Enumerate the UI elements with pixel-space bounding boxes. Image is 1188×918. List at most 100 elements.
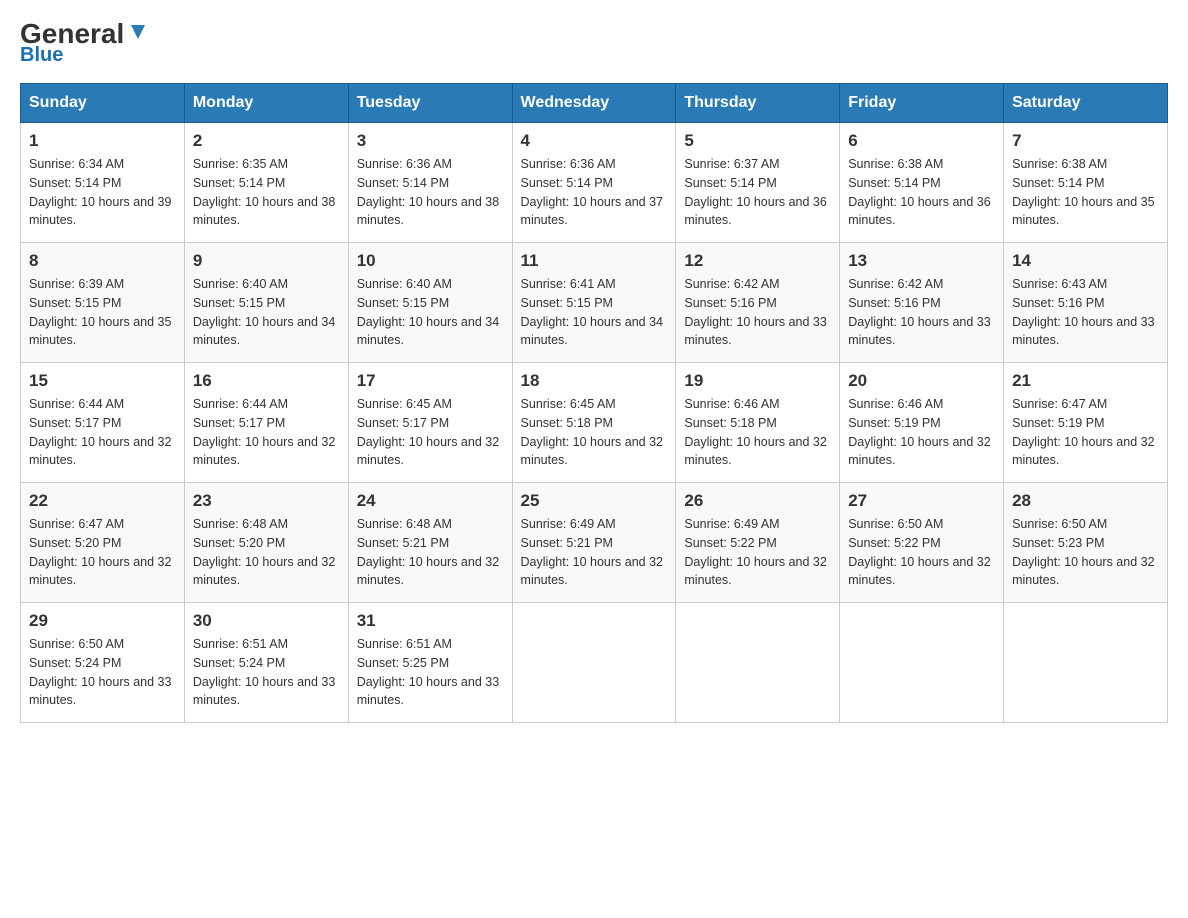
calendar-cell: 25 Sunrise: 6:49 AM Sunset: 5:21 PM Dayl…	[512, 483, 676, 603]
day-number: 29	[29, 611, 176, 631]
calendar-cell: 7 Sunrise: 6:38 AM Sunset: 5:14 PM Dayli…	[1004, 123, 1168, 243]
day-info: Sunrise: 6:47 AM Sunset: 5:19 PM Dayligh…	[1012, 395, 1159, 470]
day-number: 25	[521, 491, 668, 511]
day-info: Sunrise: 6:35 AM Sunset: 5:14 PM Dayligh…	[193, 155, 340, 230]
day-number: 12	[684, 251, 831, 271]
logo-blue-text: Blue	[20, 44, 63, 67]
calendar-cell: 2 Sunrise: 6:35 AM Sunset: 5:14 PM Dayli…	[184, 123, 348, 243]
calendar-cell: 26 Sunrise: 6:49 AM Sunset: 5:22 PM Dayl…	[676, 483, 840, 603]
day-number: 14	[1012, 251, 1159, 271]
weekday-header-monday: Monday	[184, 84, 348, 123]
day-info: Sunrise: 6:47 AM Sunset: 5:20 PM Dayligh…	[29, 515, 176, 590]
day-number: 6	[848, 131, 995, 151]
header: General Blue	[20, 20, 1168, 67]
day-number: 3	[357, 131, 504, 151]
calendar-cell	[512, 603, 676, 723]
day-info: Sunrise: 6:37 AM Sunset: 5:14 PM Dayligh…	[684, 155, 831, 230]
day-info: Sunrise: 6:43 AM Sunset: 5:16 PM Dayligh…	[1012, 275, 1159, 350]
day-number: 9	[193, 251, 340, 271]
calendar-cell: 24 Sunrise: 6:48 AM Sunset: 5:21 PM Dayl…	[348, 483, 512, 603]
day-info: Sunrise: 6:34 AM Sunset: 5:14 PM Dayligh…	[29, 155, 176, 230]
day-info: Sunrise: 6:39 AM Sunset: 5:15 PM Dayligh…	[29, 275, 176, 350]
day-info: Sunrise: 6:44 AM Sunset: 5:17 PM Dayligh…	[193, 395, 340, 470]
day-number: 16	[193, 371, 340, 391]
calendar-cell: 30 Sunrise: 6:51 AM Sunset: 5:24 PM Dayl…	[184, 603, 348, 723]
day-number: 1	[29, 131, 176, 151]
day-info: Sunrise: 6:38 AM Sunset: 5:14 PM Dayligh…	[1012, 155, 1159, 230]
day-info: Sunrise: 6:36 AM Sunset: 5:14 PM Dayligh…	[521, 155, 668, 230]
day-number: 23	[193, 491, 340, 511]
day-info: Sunrise: 6:42 AM Sunset: 5:16 PM Dayligh…	[684, 275, 831, 350]
calendar-cell: 10 Sunrise: 6:40 AM Sunset: 5:15 PM Dayl…	[348, 243, 512, 363]
day-number: 24	[357, 491, 504, 511]
day-info: Sunrise: 6:49 AM Sunset: 5:22 PM Dayligh…	[684, 515, 831, 590]
calendar-cell: 14 Sunrise: 6:43 AM Sunset: 5:16 PM Dayl…	[1004, 243, 1168, 363]
day-number: 21	[1012, 371, 1159, 391]
day-number: 10	[357, 251, 504, 271]
day-info: Sunrise: 6:40 AM Sunset: 5:15 PM Dayligh…	[193, 275, 340, 350]
day-number: 11	[521, 251, 668, 271]
day-number: 18	[521, 371, 668, 391]
day-number: 22	[29, 491, 176, 511]
calendar-cell: 28 Sunrise: 6:50 AM Sunset: 5:23 PM Dayl…	[1004, 483, 1168, 603]
day-number: 4	[521, 131, 668, 151]
day-info: Sunrise: 6:46 AM Sunset: 5:19 PM Dayligh…	[848, 395, 995, 470]
calendar-cell: 4 Sunrise: 6:36 AM Sunset: 5:14 PM Dayli…	[512, 123, 676, 243]
day-number: 26	[684, 491, 831, 511]
calendar-week-row: 15 Sunrise: 6:44 AM Sunset: 5:17 PM Dayl…	[21, 363, 1168, 483]
day-info: Sunrise: 6:45 AM Sunset: 5:17 PM Dayligh…	[357, 395, 504, 470]
calendar-cell: 1 Sunrise: 6:34 AM Sunset: 5:14 PM Dayli…	[21, 123, 185, 243]
calendar-cell: 12 Sunrise: 6:42 AM Sunset: 5:16 PM Dayl…	[676, 243, 840, 363]
day-info: Sunrise: 6:36 AM Sunset: 5:14 PM Dayligh…	[357, 155, 504, 230]
day-info: Sunrise: 6:48 AM Sunset: 5:21 PM Dayligh…	[357, 515, 504, 590]
day-info: Sunrise: 6:40 AM Sunset: 5:15 PM Dayligh…	[357, 275, 504, 350]
calendar-cell: 6 Sunrise: 6:38 AM Sunset: 5:14 PM Dayli…	[840, 123, 1004, 243]
calendar-cell	[840, 603, 1004, 723]
calendar-cell: 21 Sunrise: 6:47 AM Sunset: 5:19 PM Dayl…	[1004, 363, 1168, 483]
calendar-cell: 11 Sunrise: 6:41 AM Sunset: 5:15 PM Dayl…	[512, 243, 676, 363]
day-info: Sunrise: 6:48 AM Sunset: 5:20 PM Dayligh…	[193, 515, 340, 590]
day-info: Sunrise: 6:50 AM Sunset: 5:22 PM Dayligh…	[848, 515, 995, 590]
day-number: 19	[684, 371, 831, 391]
day-info: Sunrise: 6:50 AM Sunset: 5:24 PM Dayligh…	[29, 635, 176, 710]
weekday-header-tuesday: Tuesday	[348, 84, 512, 123]
calendar-cell: 18 Sunrise: 6:45 AM Sunset: 5:18 PM Dayl…	[512, 363, 676, 483]
day-number: 2	[193, 131, 340, 151]
calendar-cell: 9 Sunrise: 6:40 AM Sunset: 5:15 PM Dayli…	[184, 243, 348, 363]
calendar-week-row: 22 Sunrise: 6:47 AM Sunset: 5:20 PM Dayl…	[21, 483, 1168, 603]
logo-triangle-icon	[127, 21, 149, 43]
day-number: 28	[1012, 491, 1159, 511]
logo: General Blue	[20, 20, 149, 67]
calendar-cell	[1004, 603, 1168, 723]
calendar-cell: 27 Sunrise: 6:50 AM Sunset: 5:22 PM Dayl…	[840, 483, 1004, 603]
day-info: Sunrise: 6:51 AM Sunset: 5:25 PM Dayligh…	[357, 635, 504, 710]
day-number: 31	[357, 611, 504, 631]
weekday-header-friday: Friday	[840, 84, 1004, 123]
calendar-week-row: 1 Sunrise: 6:34 AM Sunset: 5:14 PM Dayli…	[21, 123, 1168, 243]
calendar-cell: 13 Sunrise: 6:42 AM Sunset: 5:16 PM Dayl…	[840, 243, 1004, 363]
day-number: 17	[357, 371, 504, 391]
day-info: Sunrise: 6:38 AM Sunset: 5:14 PM Dayligh…	[848, 155, 995, 230]
calendar-cell	[676, 603, 840, 723]
calendar-cell: 19 Sunrise: 6:46 AM Sunset: 5:18 PM Dayl…	[676, 363, 840, 483]
calendar-cell: 15 Sunrise: 6:44 AM Sunset: 5:17 PM Dayl…	[21, 363, 185, 483]
day-info: Sunrise: 6:49 AM Sunset: 5:21 PM Dayligh…	[521, 515, 668, 590]
calendar-cell: 8 Sunrise: 6:39 AM Sunset: 5:15 PM Dayli…	[21, 243, 185, 363]
day-info: Sunrise: 6:51 AM Sunset: 5:24 PM Dayligh…	[193, 635, 340, 710]
weekday-header-thursday: Thursday	[676, 84, 840, 123]
calendar-cell: 31 Sunrise: 6:51 AM Sunset: 5:25 PM Dayl…	[348, 603, 512, 723]
weekday-header-sunday: Sunday	[21, 84, 185, 123]
day-info: Sunrise: 6:50 AM Sunset: 5:23 PM Dayligh…	[1012, 515, 1159, 590]
calendar-cell: 16 Sunrise: 6:44 AM Sunset: 5:17 PM Dayl…	[184, 363, 348, 483]
day-info: Sunrise: 6:45 AM Sunset: 5:18 PM Dayligh…	[521, 395, 668, 470]
weekday-header-row: SundayMondayTuesdayWednesdayThursdayFrid…	[21, 84, 1168, 123]
day-info: Sunrise: 6:46 AM Sunset: 5:18 PM Dayligh…	[684, 395, 831, 470]
calendar-cell: 20 Sunrise: 6:46 AM Sunset: 5:19 PM Dayl…	[840, 363, 1004, 483]
calendar-cell: 23 Sunrise: 6:48 AM Sunset: 5:20 PM Dayl…	[184, 483, 348, 603]
calendar-cell: 29 Sunrise: 6:50 AM Sunset: 5:24 PM Dayl…	[21, 603, 185, 723]
calendar-cell: 22 Sunrise: 6:47 AM Sunset: 5:20 PM Dayl…	[21, 483, 185, 603]
calendar-cell: 3 Sunrise: 6:36 AM Sunset: 5:14 PM Dayli…	[348, 123, 512, 243]
day-number: 15	[29, 371, 176, 391]
day-number: 20	[848, 371, 995, 391]
day-number: 8	[29, 251, 176, 271]
